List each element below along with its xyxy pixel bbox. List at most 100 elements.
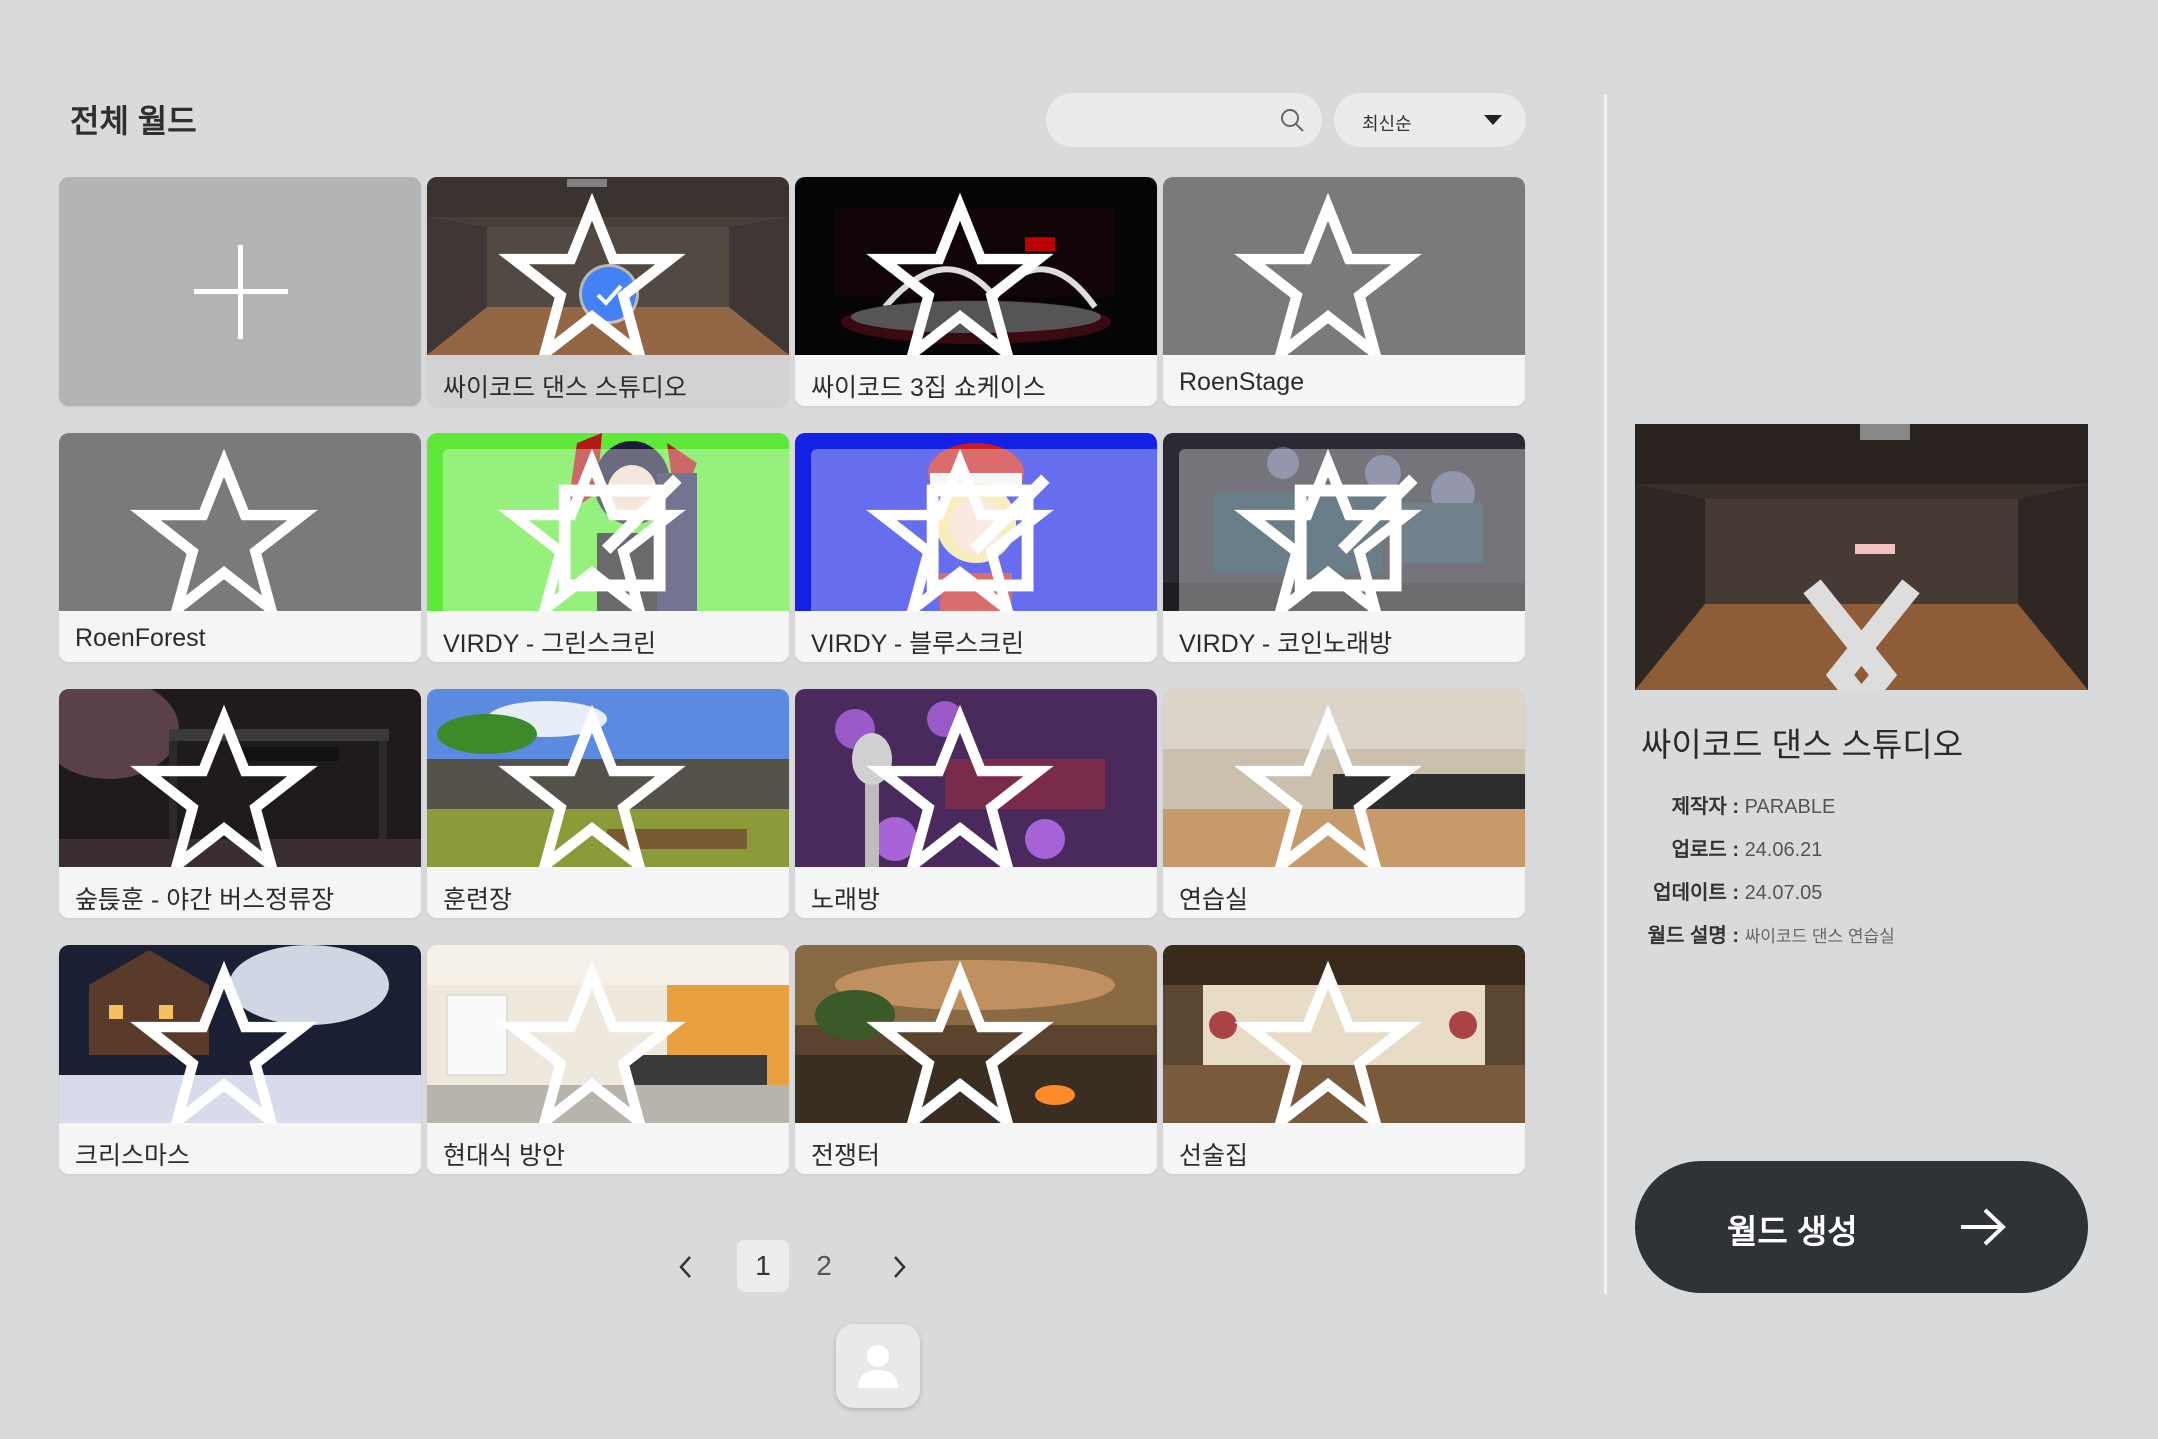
world-thumbnail	[427, 177, 789, 355]
star-icon[interactable]	[427, 447, 773, 611]
star-icon[interactable]	[427, 191, 773, 355]
panel-divider	[1604, 94, 1607, 1294]
star-icon[interactable]	[427, 959, 773, 1123]
search-icon[interactable]	[1278, 106, 1306, 134]
world-card[interactable]: 전쟁터	[795, 945, 1157, 1174]
chevron-right-icon[interactable]	[884, 1252, 914, 1282]
world-card[interactable]: 훈련장	[427, 689, 789, 918]
world-thumbnail	[427, 689, 789, 867]
world-label-bar: VIRDY - 블루스크린	[795, 611, 1157, 662]
page-button-2[interactable]: 2	[804, 1240, 844, 1292]
sort-dropdown[interactable]: 최신순	[1334, 93, 1526, 147]
meta-update-label: 업데이트 :	[1653, 882, 1739, 904]
meta-desc-value: 싸이코드 댄스 연습실	[1744, 927, 1895, 946]
world-name: 크리스마스	[75, 1142, 191, 1170]
world-label-bar: VIRDY - 그린스크린	[427, 611, 789, 662]
world-label-bar: 훈련장	[427, 867, 789, 918]
star-icon[interactable]	[59, 447, 405, 611]
world-card[interactable]: 연습실	[1163, 689, 1525, 918]
star-icon[interactable]	[1163, 703, 1509, 867]
star-icon[interactable]	[795, 191, 1141, 355]
world-label-bar: RoenStage	[1163, 355, 1525, 406]
meta-creator-value: PARABLE	[1744, 796, 1836, 818]
star-icon[interactable]	[427, 703, 773, 867]
world-card[interactable]: VIRDY - 그린스크린	[427, 433, 789, 662]
world-card[interactable]: 싸이코드 3집 쇼케이스	[795, 177, 1157, 406]
star-icon[interactable]	[1163, 191, 1509, 355]
arrow-right-icon	[1961, 1208, 2006, 1246]
chevron-down-icon	[1484, 115, 1502, 125]
world-thumbnail	[795, 177, 1157, 355]
world-thumbnail	[59, 945, 421, 1123]
world-card[interactable]: 숲튽훈 - 야간 버스정류장	[59, 689, 421, 918]
star-icon[interactable]	[59, 703, 405, 867]
meta-upload-value: 24.06.21	[1744, 839, 1823, 861]
create-world-button[interactable]: 월드 생성	[1635, 1161, 2088, 1293]
world-thumbnail	[427, 945, 789, 1123]
world-thumbnail	[795, 945, 1157, 1123]
star-icon[interactable]	[795, 447, 1141, 611]
world-name: 싸이코드 댄스 스튜디오	[443, 374, 687, 402]
world-name: 숲튽훈 - 야간 버스정류장	[75, 886, 335, 914]
world-name: VIRDY - 그린스크린	[443, 630, 657, 658]
world-name: VIRDY - 블루스크린	[811, 630, 1025, 658]
meta-update: 업데이트 : 24.07.05	[1640, 876, 1822, 905]
world-label-bar: VIRDY - 코인노래방	[1163, 611, 1525, 662]
world-thumbnail	[1163, 945, 1525, 1123]
world-thumbnail	[1163, 433, 1525, 611]
world-card[interactable]: 싸이코드 댄스 스튜디오	[427, 177, 789, 406]
world-label-bar: 전쟁터	[795, 1123, 1157, 1174]
world-thumbnail	[1163, 177, 1525, 355]
chevron-left-icon[interactable]	[671, 1252, 701, 1282]
star-icon[interactable]	[1163, 447, 1509, 611]
world-card[interactable]: 현대식 방안	[427, 945, 789, 1174]
world-thumbnail	[59, 689, 421, 867]
world-card[interactable]: VIRDY - 코인노래방	[1163, 433, 1525, 662]
world-card[interactable]: RoenStage	[1163, 177, 1525, 406]
world-name: 훈련장	[443, 886, 513, 914]
selected-check-icon	[582, 267, 636, 321]
star-icon[interactable]	[795, 959, 1141, 1123]
world-label-bar: 노래방	[795, 867, 1157, 918]
world-name: RoenForest	[75, 624, 206, 652]
world-card[interactable]: 노래방	[795, 689, 1157, 918]
star-icon[interactable]	[795, 703, 1141, 867]
user-icon	[858, 1345, 898, 1388]
world-label-bar: 선술집	[1163, 1123, 1525, 1174]
sort-label: 최신순	[1362, 114, 1412, 134]
add-world-button[interactable]	[59, 177, 421, 406]
meta-update-value: 24.07.05	[1744, 882, 1823, 904]
world-thumbnail	[795, 689, 1157, 867]
world-label-bar: 숲튽훈 - 야간 버스정류장	[59, 867, 421, 918]
world-preview-image	[1635, 424, 2088, 690]
meta-upload-label: 업로드 :	[1671, 839, 1739, 861]
world-thumbnail	[59, 433, 421, 611]
world-name: 연습실	[1179, 886, 1249, 914]
star-icon[interactable]	[59, 959, 405, 1123]
world-grid: 싸이코드 댄스 스튜디오 싸이코드 3집 쇼케이스 RoenStage Roen…	[59, 177, 1526, 1174]
meta-creator-label: 제작자 :	[1671, 796, 1739, 818]
chevron-right-icon[interactable]	[1635, 542, 2074, 690]
world-label-bar: 현대식 방안	[427, 1123, 789, 1174]
world-name: 노래방	[811, 886, 881, 914]
world-name: 전쟁터	[811, 1142, 881, 1170]
meta-upload: 업로드 : 24.06.21	[1640, 833, 1823, 862]
world-name: 선술집	[1179, 1142, 1249, 1170]
world-card[interactable]: 크리스마스	[59, 945, 421, 1174]
world-card[interactable]: VIRDY - 블루스크린	[795, 433, 1157, 662]
world-name: VIRDY - 코인노래방	[1179, 630, 1393, 658]
avatar-button[interactable]	[836, 1324, 920, 1408]
meta-description: 월드 설명 : 싸이코드 댄스 연습실	[1640, 919, 1895, 948]
page-title: 전체 월드	[70, 103, 197, 139]
create-world-label: 월드 생성	[1727, 1213, 1858, 1250]
meta-creator: 제작자 : PARABLE	[1640, 790, 1836, 819]
world-label-bar: 싸이코드 3집 쇼케이스	[795, 355, 1157, 406]
search-input[interactable]	[1046, 93, 1322, 147]
world-card[interactable]: RoenForest	[59, 433, 421, 662]
world-thumbnail	[1163, 689, 1525, 867]
star-icon[interactable]	[1163, 959, 1509, 1123]
page-button-1[interactable]: 1	[737, 1240, 789, 1292]
world-card[interactable]: 선술집	[1163, 945, 1525, 1174]
world-name: 현대식 방안	[443, 1142, 565, 1170]
meta-desc-label: 월드 설명 :	[1647, 925, 1739, 947]
